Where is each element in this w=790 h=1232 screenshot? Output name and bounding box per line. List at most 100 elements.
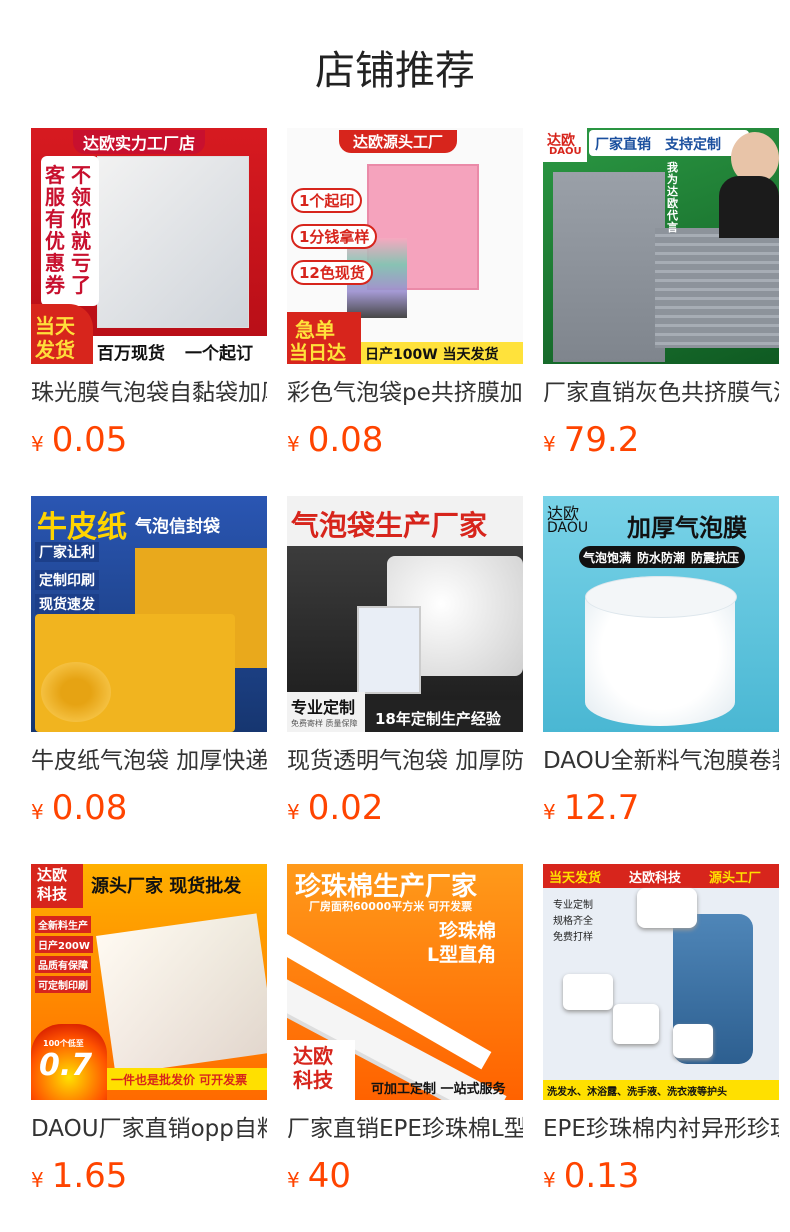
product-card[interactable]: 达欧实力工厂店 客服有优惠券 不领你就亏了 当天发货 百万现货 一个起订 珠光膜… bbox=[31, 128, 267, 466]
image-feature-3: 防震抗压 bbox=[691, 551, 740, 565]
image-bottom-text: 一件也是批发价 可开发票 bbox=[111, 1073, 248, 1087]
image-feature-1: 厂家让利 bbox=[35, 542, 99, 562]
product-image[interactable]: 当天发货 达欧科技 源头工厂 专业定制 规格齐全 免费打样 洗发水、沐浴露、洗手… bbox=[543, 864, 779, 1100]
price-value: 1.65 bbox=[51, 1156, 128, 1196]
product-price: ¥0.08 bbox=[31, 788, 267, 834]
image-title-text: L型直角 bbox=[427, 944, 497, 966]
product-name[interactable]: 厂家直销灰色共挤膜气泡袋 bbox=[543, 378, 779, 408]
product-card[interactable]: 牛皮纸 气泡信封袋 厂家让利 定制印刷 现货速发 牛皮纸气泡袋 加厚快递 ¥0.… bbox=[31, 496, 267, 834]
product-name[interactable]: 珠光膜气泡袋自黏袋加厚 bbox=[31, 378, 267, 408]
image-brand: DAOU bbox=[547, 520, 589, 536]
image-side-text: 我为达欧代言 bbox=[667, 161, 678, 234]
image-bottom-text: 一个起订 bbox=[185, 344, 253, 364]
product-name[interactable]: DAOU厂家直销opp自粘袋 bbox=[31, 1114, 267, 1144]
product-price: ¥0.02 bbox=[287, 788, 523, 834]
product-image[interactable]: 珍珠棉生产厂家 厂房面积60000平方米 可开发票 珍珠棉 L型直角 达欧科技 … bbox=[287, 864, 523, 1100]
image-corner-text: 免费寄样 质量保障 bbox=[291, 719, 358, 728]
price-value: 0.13 bbox=[563, 1156, 640, 1196]
product-name[interactable]: 彩色气泡袋pe共挤膜加厚 bbox=[287, 378, 523, 408]
image-corner-text: 专业定制 bbox=[291, 698, 356, 717]
image-badge-value: 0.7 bbox=[39, 1048, 93, 1083]
image-feature-3: 品质有保障 bbox=[35, 956, 91, 973]
image-brand: 达欧科技 bbox=[37, 866, 68, 903]
product-image[interactable]: 达欧 DAOU 加厚气泡膜 气泡饱满 防水防潮 防震抗压 bbox=[543, 496, 779, 732]
product-name[interactable]: 牛皮纸气泡袋 加厚快递 bbox=[31, 746, 267, 776]
product-card[interactable]: 达欧 DAOU 加厚气泡膜 气泡饱满 防水防潮 防震抗压 DAOU全新料气泡膜卷… bbox=[543, 496, 779, 834]
product-name[interactable]: DAOU全新料气泡膜卷装 bbox=[543, 746, 779, 776]
section-title: 店铺推荐 bbox=[315, 48, 475, 94]
product-card[interactable]: 气泡袋生产厂家 专业定制 免费寄样 质量保障 18年定制生产经验 现货透明气泡袋… bbox=[287, 496, 523, 834]
image-title: 加厚气泡膜 bbox=[627, 514, 747, 542]
image-top-banner: 达欧源头工厂 bbox=[339, 130, 458, 153]
product-price: ¥12.7 bbox=[543, 788, 779, 834]
image-feature-2: 日产200W bbox=[35, 936, 93, 953]
image-feature-4: 可定制印刷 bbox=[35, 976, 91, 993]
image-top-text: 达欧科技 bbox=[629, 871, 682, 886]
currency-symbol: ¥ bbox=[31, 1168, 44, 1192]
product-card[interactable]: 珍珠棉生产厂家 厂房面积60000平方米 可开发票 珍珠棉 L型直角 达欧科技 … bbox=[287, 864, 523, 1202]
product-image[interactable]: 牛皮纸 气泡信封袋 厂家让利 定制印刷 现货速发 bbox=[31, 496, 267, 732]
image-bottom-text: 日产100W 当天发货 bbox=[365, 347, 499, 363]
image-feature-2: 1分钱拿样 bbox=[291, 224, 378, 249]
product-price: ¥0.08 bbox=[287, 420, 523, 466]
product-image[interactable]: 达欧实力工厂店 客服有优惠券 不领你就亏了 当天发货 百万现货 一个起订 bbox=[31, 128, 267, 364]
currency-symbol: ¥ bbox=[543, 1168, 556, 1192]
image-top-text: 牛皮纸 bbox=[37, 510, 127, 545]
image-sub-text: 厂房面积60000平方米 可开发票 bbox=[309, 900, 473, 913]
price-value: 40 bbox=[307, 1156, 351, 1196]
product-image[interactable]: 达欧源头工厂 1个起印 1分钱拿样 12色现货 急单 当日达 日产100W 当天… bbox=[287, 128, 523, 364]
currency-symbol: ¥ bbox=[31, 432, 44, 456]
image-top-banner: 达欧实力工厂店 bbox=[73, 130, 206, 154]
image-top-text: 源头工厂 bbox=[709, 871, 762, 886]
image-top-text: 支持定制 bbox=[665, 137, 721, 153]
image-feature-3: 现货速发 bbox=[35, 594, 99, 614]
product-card[interactable]: 达欧 DAOU 厂家直销 支持定制 我为达欧代言 厂家直销灰色共挤膜气泡袋 ¥7… bbox=[543, 128, 779, 466]
image-brand: DAOU bbox=[549, 146, 582, 157]
image-top-text: 当天发货 bbox=[549, 871, 602, 886]
product-card[interactable]: 达欧科技 源头厂家 现货批发 全新料生产 日产200W 品质有保障 可定制印刷 … bbox=[31, 864, 267, 1202]
image-bottom-text: 百万现货 bbox=[97, 344, 165, 364]
product-name[interactable]: 现货透明气泡袋 加厚防震 bbox=[287, 746, 523, 776]
image-top-text: 厂家直销 bbox=[595, 137, 651, 153]
currency-symbol: ¥ bbox=[31, 800, 44, 824]
product-image[interactable]: 气泡袋生产厂家 专业定制 免费寄样 质量保障 18年定制生产经验 bbox=[287, 496, 523, 732]
product-card[interactable]: 达欧源头工厂 1个起印 1分钱拿样 12色现货 急单 当日达 日产100W 当天… bbox=[287, 128, 523, 466]
product-image[interactable]: 达欧 DAOU 厂家直销 支持定制 我为达欧代言 bbox=[543, 128, 779, 364]
image-top-text: 气泡信封袋 bbox=[135, 517, 220, 537]
product-price: ¥0.13 bbox=[543, 1156, 779, 1202]
image-brand: 达欧科技 bbox=[293, 1044, 333, 1092]
image-corner-text: 当日达 bbox=[289, 342, 347, 364]
currency-symbol: ¥ bbox=[543, 432, 556, 456]
currency-symbol: ¥ bbox=[287, 800, 300, 824]
image-title-text: 珍珠棉 bbox=[439, 920, 497, 942]
image-feature-1: 全新料生产 bbox=[35, 916, 91, 933]
image-feature-3: 12色现货 bbox=[291, 260, 373, 285]
price-value: 0.08 bbox=[307, 420, 384, 460]
image-feature-1: 气泡饱满 bbox=[583, 551, 632, 565]
image-bottom-text: 18年定制生产经验 bbox=[375, 710, 501, 728]
price-value: 12.7 bbox=[563, 788, 640, 828]
currency-symbol: ¥ bbox=[287, 432, 300, 456]
image-side-text: 客服有优惠券 bbox=[45, 163, 65, 297]
currency-symbol: ¥ bbox=[287, 1168, 300, 1192]
product-name[interactable]: EPE珍珠棉内衬异形珍珠棉 bbox=[543, 1114, 779, 1144]
image-feature-3: 免费打样 bbox=[553, 932, 593, 943]
product-price: ¥79.2 bbox=[543, 420, 779, 466]
image-feature-2: 防水防潮 bbox=[637, 551, 686, 565]
image-bottom-text: 可加工定制 一站式服务 bbox=[371, 1082, 506, 1097]
price-value: 0.02 bbox=[307, 788, 384, 828]
price-value: 0.05 bbox=[51, 420, 128, 460]
price-value: 79.2 bbox=[563, 420, 640, 460]
product-price: ¥40 bbox=[287, 1156, 523, 1202]
image-top-text: 气泡袋生产厂家 bbox=[291, 509, 488, 542]
image-side-text: 不领你就亏了 bbox=[71, 163, 91, 297]
price-value: 0.08 bbox=[51, 788, 128, 828]
image-feature-2: 规格齐全 bbox=[553, 916, 593, 927]
image-feature-1: 1个起印 bbox=[291, 188, 363, 213]
product-image[interactable]: 达欧科技 源头厂家 现货批发 全新料生产 日产200W 品质有保障 可定制印刷 … bbox=[31, 864, 267, 1100]
product-name[interactable]: 厂家直销EPE珍珠棉L型直角 bbox=[287, 1114, 523, 1144]
image-top-text: 源头厂家 现货批发 bbox=[91, 876, 242, 897]
product-price: ¥1.65 bbox=[31, 1156, 267, 1202]
product-card[interactable]: 当天发货 达欧科技 源头工厂 专业定制 规格齐全 免费打样 洗发水、沐浴露、洗手… bbox=[543, 864, 779, 1202]
product-price: ¥0.05 bbox=[31, 420, 267, 466]
